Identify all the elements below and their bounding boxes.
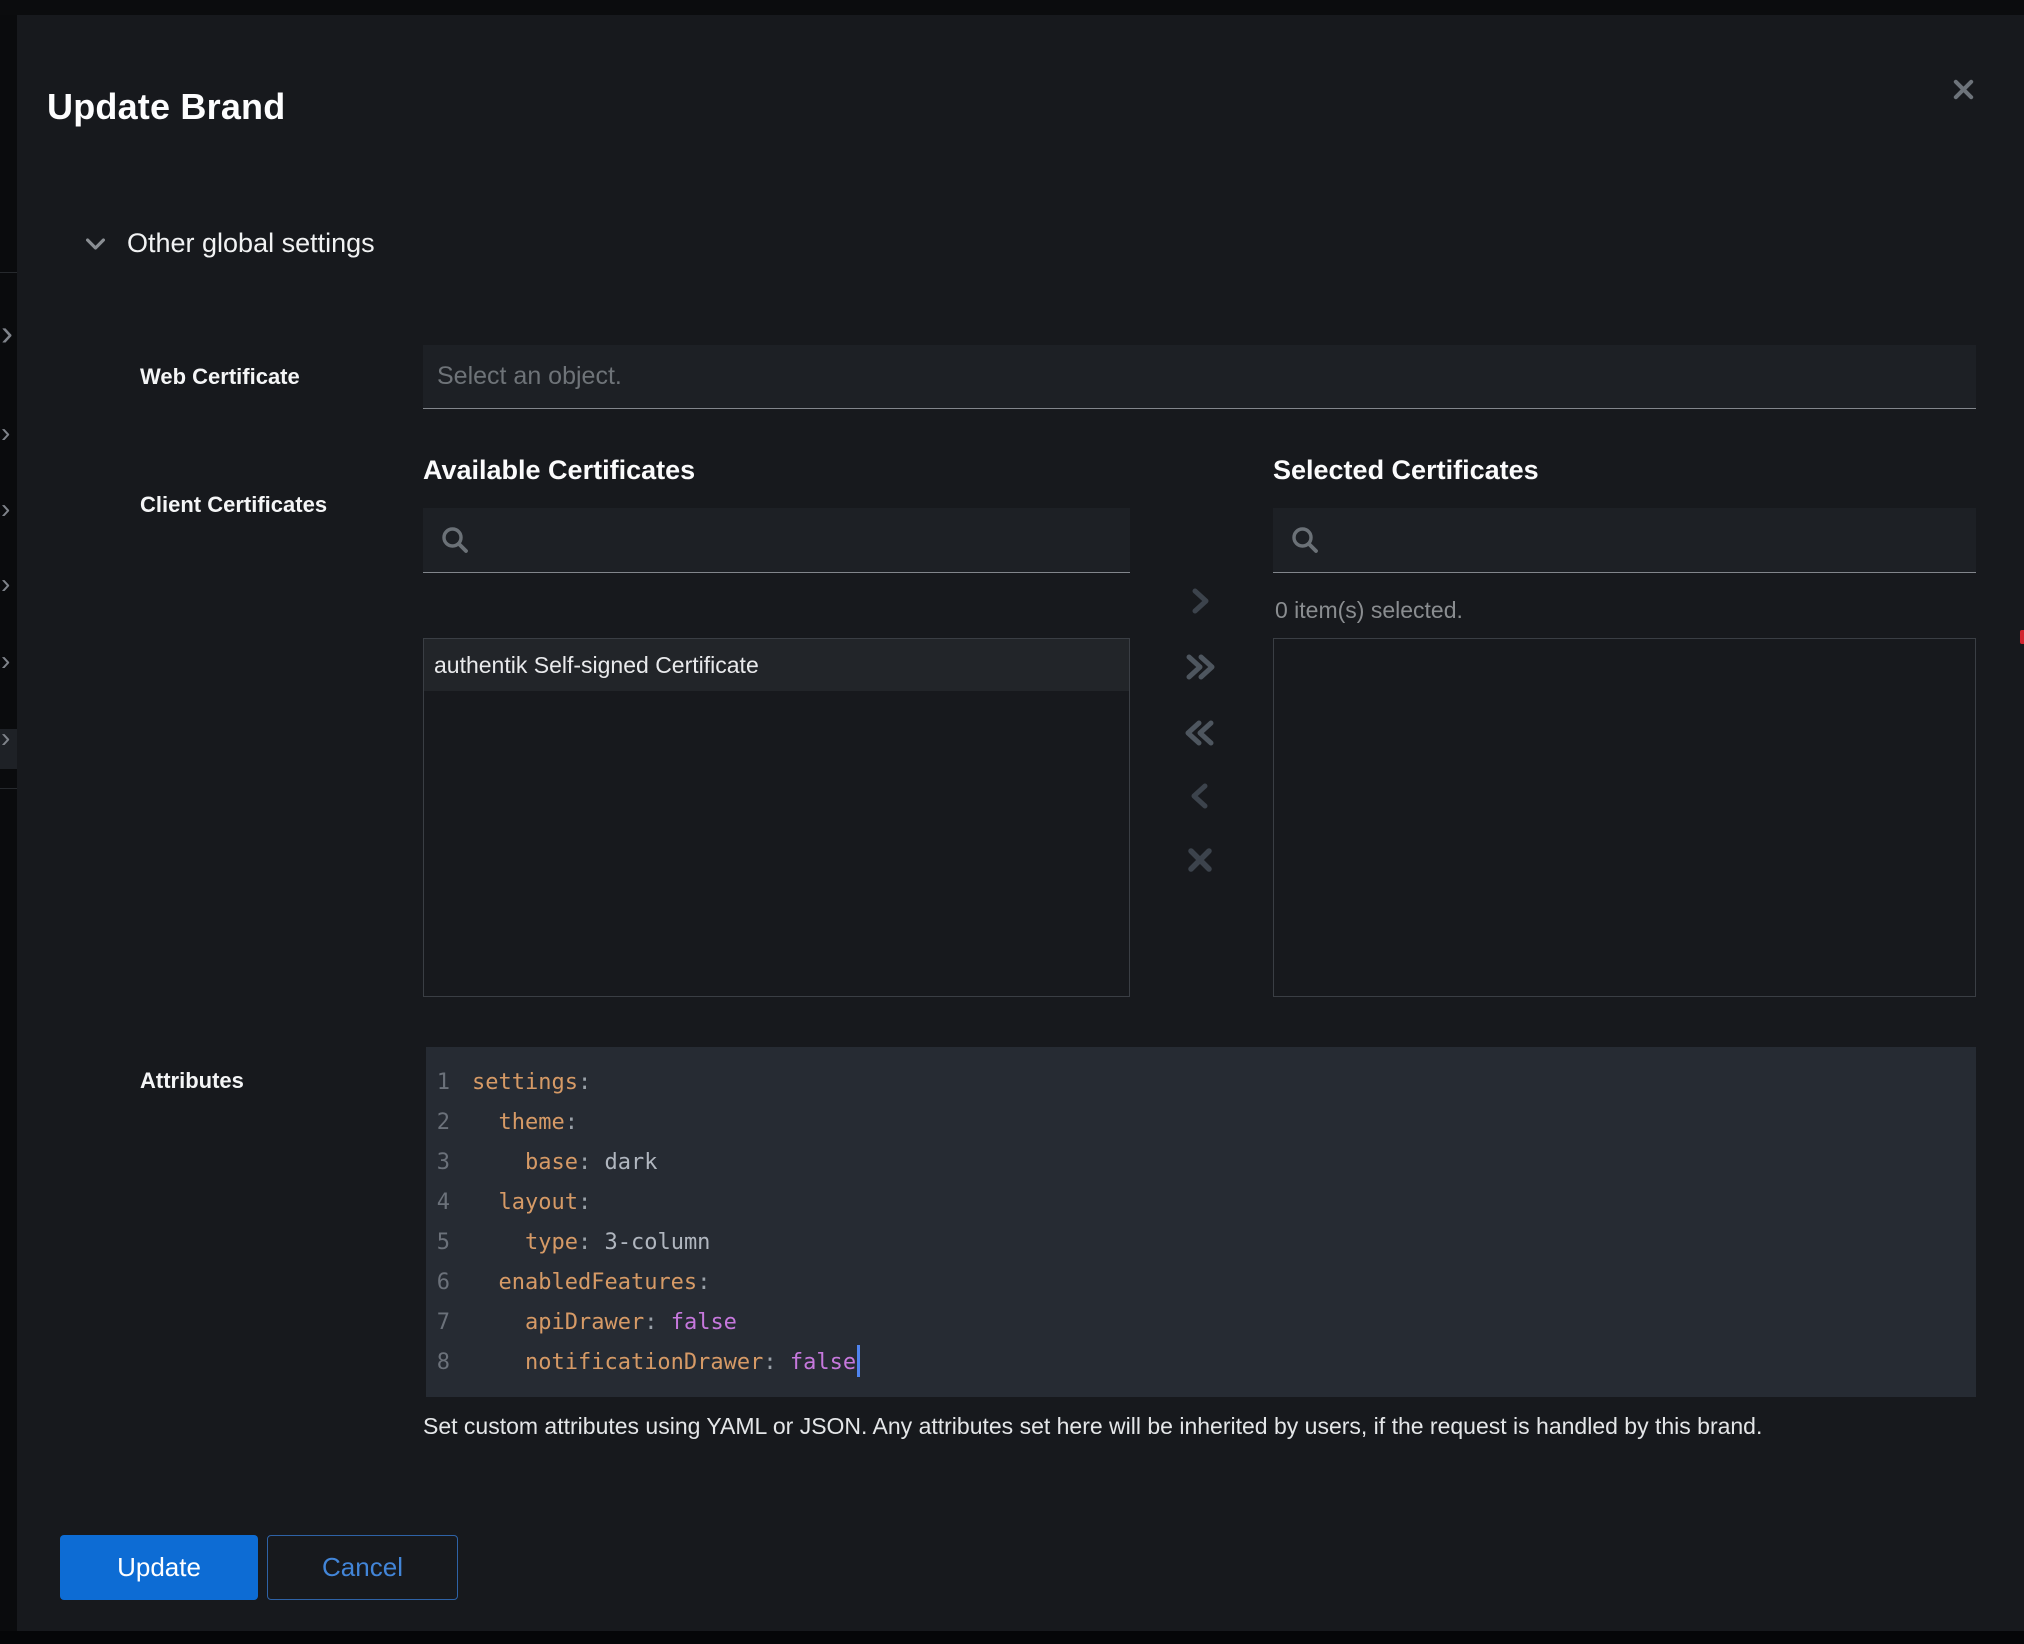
available-search-box — [423, 508, 1130, 573]
selected-count-status: 0 item(s) selected. — [1275, 597, 1463, 624]
line-number: 7 — [426, 1303, 472, 1343]
move-selected-right-button[interactable] — [1170, 572, 1230, 630]
section-label: Other global settings — [127, 228, 375, 259]
code-text: layout: — [472, 1183, 591, 1223]
section-other-global-settings[interactable]: Other global settings — [86, 228, 375, 259]
chevrons-left-icon — [1183, 716, 1217, 750]
clear-selection-button[interactable] — [1170, 831, 1230, 889]
code-line: 4 layout: — [426, 1183, 1976, 1223]
code-text: notificationDrawer: false — [472, 1343, 860, 1383]
backdrop-row-divider — [0, 788, 17, 789]
backdrop-row-divider — [0, 272, 17, 273]
selected-certificates-title: Selected Certificates — [1273, 455, 1539, 486]
code-line: 6 enabledFeatures: — [426, 1263, 1976, 1303]
chevron-left-icon — [1183, 779, 1217, 813]
available-certificate-item[interactable]: authentik Self-signed Certificate — [424, 639, 1129, 691]
code-line: 7 apiDrawer: false — [426, 1303, 1976, 1343]
selected-certificates-list[interactable] — [1273, 638, 1976, 997]
chevrons-right-icon — [1183, 650, 1217, 684]
chevron-fragment-icon: › — [1, 499, 10, 519]
web-certificate-select-input[interactable] — [423, 345, 1976, 409]
line-number: 4 — [426, 1183, 472, 1223]
code-line: 1settings: — [426, 1063, 1976, 1103]
line-number: 1 — [426, 1063, 472, 1103]
line-number: 8 — [426, 1343, 472, 1383]
code-text: theme: — [472, 1103, 578, 1143]
chevron-fragment-icon: › — [1, 574, 10, 594]
move-all-left-button[interactable] — [1170, 704, 1230, 762]
code-text: settings: — [472, 1063, 591, 1103]
line-number: 3 — [426, 1143, 472, 1183]
chevron-fragment-icon: › — [1, 423, 10, 443]
code-line: 3 base: dark — [426, 1143, 1976, 1183]
backdrop-danger-marker — [2020, 630, 2024, 644]
move-selected-left-button[interactable] — [1170, 767, 1230, 825]
modal-title: Update Brand — [47, 86, 285, 128]
code-text: type: 3-column — [472, 1223, 710, 1263]
attributes-help-text: Set custom attributes using YAML or JSON… — [423, 1413, 1983, 1440]
selected-search-input[interactable] — [1320, 508, 1976, 572]
line-number: 6 — [426, 1263, 472, 1303]
chevron-fragment-icon: › — [1, 728, 10, 748]
code-text: apiDrawer: false — [472, 1303, 737, 1343]
cancel-button[interactable]: Cancel — [267, 1535, 458, 1600]
update-brand-modal: › › › › › › Update Brand Other global se… — [0, 0, 2024, 1644]
backdrop-bottom-strip — [0, 1631, 2024, 1644]
cross-icon — [1183, 843, 1217, 877]
text-caret — [857, 1345, 860, 1377]
line-number: 5 — [426, 1223, 472, 1263]
line-number: 2 — [426, 1103, 472, 1143]
chevron-fragment-icon: › — [1, 651, 10, 671]
available-search-input[interactable] — [470, 508, 1130, 572]
move-all-right-button[interactable] — [1170, 638, 1230, 696]
client-certificates-label: Client Certificates — [140, 492, 327, 518]
close-button[interactable] — [1944, 70, 1982, 108]
chevron-fragment-icon: › — [1, 323, 13, 343]
chevron-right-icon — [1183, 584, 1217, 618]
close-icon — [1952, 78, 1975, 101]
code-text: base: dark — [472, 1143, 657, 1183]
attributes-code-editor[interactable]: 1settings:2 theme:3 base: dark4 layout:5… — [426, 1047, 1976, 1397]
code-line: 8 notificationDrawer: false — [426, 1343, 1976, 1383]
backdrop-top-strip — [0, 0, 2024, 15]
available-certificates-title: Available Certificates — [423, 455, 695, 486]
code-text: enabledFeatures: — [472, 1263, 710, 1303]
chevron-down-icon — [86, 238, 105, 250]
update-button[interactable]: Update — [60, 1535, 258, 1600]
attributes-label: Attributes — [140, 1068, 244, 1094]
search-icon — [1290, 525, 1320, 555]
search-icon — [440, 525, 470, 555]
backdrop-left-strip: › › › › › › — [0, 15, 17, 1631]
code-line: 2 theme: — [426, 1103, 1976, 1143]
selected-search-box — [1273, 508, 1976, 573]
web-certificate-label: Web Certificate — [140, 364, 300, 390]
available-certificates-list[interactable]: authentik Self-signed Certificate — [423, 638, 1130, 997]
code-line: 5 type: 3-column — [426, 1223, 1976, 1263]
